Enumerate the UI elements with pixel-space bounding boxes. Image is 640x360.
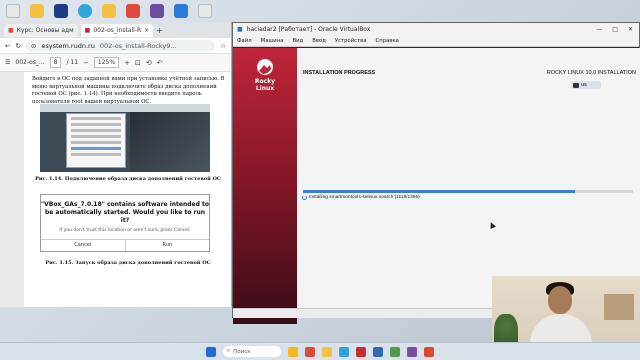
- app-icon[interactable]: [174, 4, 188, 18]
- browser-window: ■ Курс: Основы адм ■ 002-os_install-R × …: [0, 22, 232, 307]
- rotate-icon[interactable]: ⟲: [146, 59, 152, 67]
- menu-icon[interactable]: ☰: [5, 59, 10, 66]
- virtualbox-window: ■ haciadar2 [Работает] - Oracle VirtualB…: [232, 22, 640, 324]
- app-icon[interactable]: [407, 346, 417, 357]
- spinner-icon: [302, 195, 307, 200]
- figure-run-dialog: "VBox_GAs_7.0.18" contains software inte…: [40, 194, 210, 252]
- dialog-subtext: If you don't trust this location or aren…: [59, 228, 191, 233]
- app-icon[interactable]: [126, 4, 140, 18]
- product-title: ROCKY LINUX 10.0 INSTALLATION: [546, 70, 636, 76]
- keyboard-icon: [573, 82, 579, 88]
- back-icon[interactable]: ←: [5, 42, 10, 50]
- fit-icon[interactable]: ⊡: [135, 59, 141, 67]
- reload-icon[interactable]: ↻: [15, 42, 20, 50]
- app-icon[interactable]: [288, 346, 298, 357]
- app-icon[interactable]: [339, 346, 349, 357]
- desktop-icons: [6, 4, 212, 18]
- virtualbox-icon: ■: [237, 26, 243, 33]
- figure-caption-2: Рис. 1.15. Запуск образа диска дополнени…: [45, 260, 211, 266]
- progress-fill: [303, 190, 576, 193]
- zoom-out-button[interactable]: −: [83, 59, 89, 67]
- install-progress-bar: [303, 190, 633, 193]
- taskbar-search[interactable]: ⌕ Поиск: [223, 346, 281, 357]
- menu-help[interactable]: Справка: [376, 38, 399, 44]
- app-icon[interactable]: [424, 346, 434, 357]
- folder-icon[interactable]: [322, 346, 332, 357]
- rocky-logo-icon: [257, 59, 273, 75]
- figure-titlebar: [40, 104, 210, 112]
- zoom-in-button[interactable]: +: [124, 59, 130, 67]
- app-icon[interactable]: [198, 4, 212, 18]
- background-shelf: [604, 294, 634, 320]
- rocky-logo-text: Rocky Linux: [254, 78, 276, 92]
- site-info-icon: ⊙: [30, 41, 37, 50]
- url-field[interactable]: ⊙ esystem.rudn.ru 002-os_install-Rocky9.…: [25, 40, 216, 51]
- person-head: [548, 286, 572, 314]
- keyboard-indicator[interactable]: us: [571, 81, 601, 89]
- installation-progress-title: INSTALLATION PROGRESS: [303, 70, 376, 76]
- dialog-buttons: Cancel Run: [41, 239, 209, 251]
- pdf-icon: ■: [84, 26, 91, 34]
- figure-desktop: [130, 112, 210, 172]
- menu-machine[interactable]: Машина: [261, 38, 284, 44]
- page-total: / 11: [66, 59, 79, 66]
- start-icon[interactable]: [206, 346, 216, 357]
- menu-view[interactable]: Вид: [292, 38, 303, 44]
- figure-menu: [66, 113, 126, 168]
- app-icon[interactable]: [6, 4, 20, 18]
- figure-caption-1: Рис. 1.14. Подключение образа диска допо…: [35, 176, 221, 182]
- window-title: haciadar2 [Работает] - Oracle VirtualBox: [246, 26, 371, 33]
- app-icon[interactable]: [305, 346, 315, 357]
- dialog-cancel-label: Cancel: [74, 242, 92, 248]
- maximize-icon[interactable]: □: [612, 26, 618, 33]
- minimize-icon[interactable]: —: [596, 26, 602, 33]
- menu-input[interactable]: Ввод: [312, 38, 326, 44]
- search-icon: ⌕: [227, 348, 231, 354]
- doc-paragraph: Войдите в ОС под заданной вами при устан…: [32, 76, 225, 105]
- vbox-menubar: Файл Машина Вид Ввод Устройства Справка: [233, 36, 639, 47]
- star-icon[interactable]: ☆: [220, 42, 226, 50]
- install-status-text: Installing smartmontools-selinux.noarch …: [309, 195, 420, 200]
- zoom-select[interactable]: 125%: [93, 57, 120, 68]
- tab-bar: ■ Курс: Основы адм ■ 002-os_install-R × …: [0, 22, 231, 38]
- figure-vbox-menu: [40, 104, 210, 172]
- pdf-page: Войдите в ОС под заданной вами при устан…: [24, 72, 231, 307]
- folder-icon[interactable]: [30, 4, 44, 18]
- dialog-run-label: Run: [124, 240, 210, 251]
- asus-icon[interactable]: [54, 4, 68, 18]
- app-icon[interactable]: [356, 346, 366, 357]
- new-tab-icon[interactable]: +: [156, 26, 163, 35]
- telegram-icon[interactable]: [78, 4, 92, 18]
- undo-icon[interactable]: ↶: [157, 59, 163, 67]
- pdf-toolbar: ☰ 002-os_... 8 / 11 − 125% + ⊡ ⟲ ↶: [0, 54, 231, 72]
- tab-pdf[interactable]: ■ 002-os_install-R ×: [80, 23, 154, 37]
- app-icon[interactable]: [390, 346, 400, 357]
- address-bar: ← ↻ ⊙ esystem.rudn.ru 002-os_install-Roc…: [0, 38, 231, 54]
- app-icon[interactable]: [373, 346, 383, 357]
- vbox-titlebar: ■ haciadar2 [Работает] - Oracle VirtualB…: [233, 23, 639, 36]
- app-icon[interactable]: [150, 4, 164, 18]
- pdf-name: 002-os_...: [15, 59, 45, 66]
- folder-icon[interactable]: [102, 4, 116, 18]
- menu-file[interactable]: Файл: [237, 38, 252, 44]
- tab-course[interactable]: ■ Курс: Основы адм: [4, 23, 78, 37]
- close-icon[interactable]: ×: [144, 27, 149, 34]
- close-icon[interactable]: ✕: [628, 26, 633, 33]
- page-number-input[interactable]: 8: [49, 57, 62, 68]
- taskbar: ⌕ Поиск: [0, 342, 640, 360]
- dialog-question: "VBox_GAs_7.0.18" contains software inte…: [41, 201, 209, 224]
- tab-favicon-icon: ■: [8, 26, 14, 34]
- pdf-viewport: Войдите в ОС под заданной вами при устан…: [0, 72, 231, 307]
- menu-devices[interactable]: Устройства: [335, 38, 367, 44]
- installer-sidebar: Rocky Linux: [233, 48, 297, 324]
